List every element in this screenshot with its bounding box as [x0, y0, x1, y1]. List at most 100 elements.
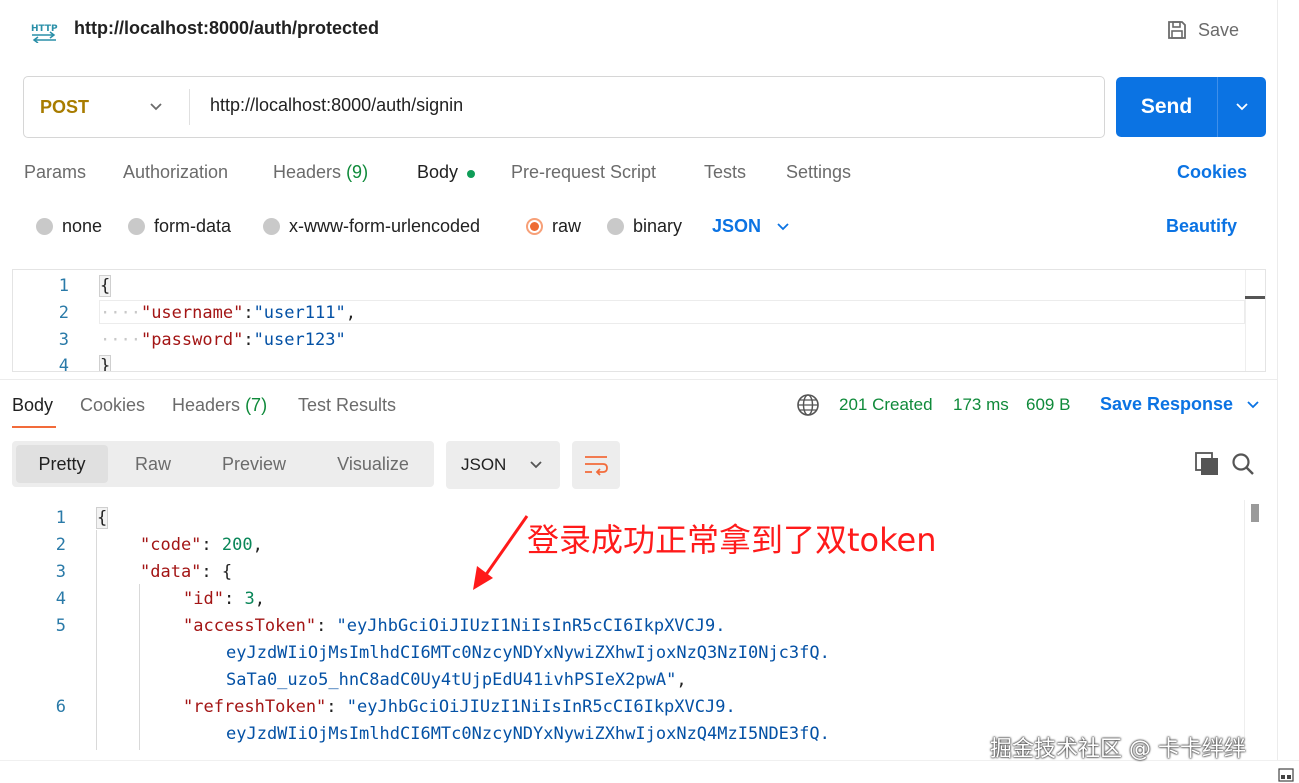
status-bar [0, 760, 1299, 783]
code-line: "refreshToken": "eyJhbGciOiJIUzI1NiIsInR… [183, 697, 736, 717]
response-size[interactable]: 609 B [1026, 395, 1070, 415]
json-string-continued: eyJzdWIiOjMsImlhdCI6MTc0NzcyNDYxNywiZXhw… [226, 643, 830, 663]
radio-form-data[interactable]: form-data [128, 216, 231, 237]
save-icon [1168, 21, 1186, 39]
cookies-link[interactable]: Cookies [1177, 162, 1247, 183]
send-label[interactable]: Send [1116, 77, 1217, 137]
save-button[interactable]: Save [1166, 16, 1239, 44]
radio-urlencoded[interactable]: x-www-form-urlencoded [263, 216, 480, 237]
line-number: 1 [55, 508, 66, 528]
tab-params[interactable]: Params [24, 162, 86, 183]
tab-body[interactable]: Body [417, 162, 458, 183]
send-button[interactable]: Send [1116, 77, 1266, 137]
indent-guide [96, 530, 97, 750]
tab-authorization[interactable]: Authorization [123, 162, 228, 183]
annotation-text: 登录成功正常拿到了双token [527, 521, 937, 559]
json-string: "eyJhbGciOiJIUzI1NiIsInR5cCI6IkpXVCJ9. [336, 616, 726, 636]
method-select[interactable]: POST [24, 77, 190, 137]
line-number: 1 [58, 276, 69, 296]
chevron-down-icon [1247, 400, 1259, 408]
chevron-down-icon [530, 461, 542, 469]
line-number: 2 [55, 535, 66, 555]
radio-label: none [62, 216, 103, 236]
json-key: "code" [140, 535, 202, 555]
code-open-brace: { [98, 275, 112, 297]
code-line: "accessToken": "eyJhbGciOiJIUzI1NiIsInR5… [183, 616, 726, 636]
method-label: POST [40, 96, 90, 117]
tab-tests[interactable]: Tests [704, 162, 746, 183]
copy-icon[interactable] [1194, 451, 1220, 477]
line-number: 6 [55, 697, 66, 717]
scrollbar[interactable] [1245, 270, 1265, 371]
body-language-select[interactable]: JSON [712, 216, 791, 237]
send-options-button[interactable] [1218, 77, 1266, 137]
line-number: 3 [55, 562, 66, 582]
response-tab-body[interactable]: Body [12, 395, 53, 416]
divider [189, 89, 190, 125]
radio-none[interactable]: none [36, 216, 102, 237]
chevron-down-icon [150, 103, 162, 111]
code-line: "code": 200, [140, 535, 263, 555]
wrap-lines-icon [585, 456, 608, 476]
wrap-lines-button[interactable] [572, 441, 620, 489]
code-open-brace: { [95, 507, 109, 529]
scrollbar[interactable] [1244, 500, 1265, 750]
tab-prerequest-script[interactable]: Pre-request Script [511, 162, 656, 183]
radio-binary[interactable]: binary [607, 216, 682, 237]
json-key: "accessToken" [183, 616, 317, 636]
line-number: 4 [55, 589, 66, 609]
radio-dot-selected [526, 218, 543, 235]
indent-guide [139, 584, 140, 750]
save-response-button[interactable]: Save Response [1100, 394, 1261, 415]
json-string: "eyJhbGciOiJIUzI1NiIsInR5cCI6IkpXVCJ9. [346, 697, 736, 717]
beautify-button[interactable]: Beautify [1166, 216, 1237, 237]
request-title[interactable]: http://localhost:8000/auth/protected [74, 18, 379, 39]
line-number: 2 [58, 303, 69, 323]
request-body-editor[interactable]: 1 2 3 4 { ····"username":"user111", ····… [12, 269, 1266, 372]
response-tab-cookies[interactable]: Cookies [80, 395, 145, 416]
response-tab-test-results[interactable]: Test Results [298, 395, 396, 416]
radio-label: raw [552, 216, 582, 236]
body-modified-indicator [467, 170, 475, 178]
tab-settings[interactable]: Settings [786, 162, 851, 183]
json-brace: { [221, 562, 233, 582]
json-key: "refreshToken" [183, 697, 327, 717]
globe-icon[interactable] [796, 393, 820, 417]
radio-raw[interactable]: raw [526, 216, 581, 237]
http-icon-label: HTTP [31, 24, 58, 34]
radio-dot [263, 218, 280, 235]
json-number: 3 [244, 589, 255, 609]
response-format-select[interactable]: JSON [446, 441, 560, 489]
response-time[interactable]: 173 ms [953, 395, 1009, 415]
line-number: 5 [55, 616, 66, 636]
scrollbar-thumb[interactable] [1245, 296, 1265, 299]
panel-border [1277, 0, 1278, 783]
line-number: 4 [58, 356, 69, 372]
code-line: "id": 3, [183, 589, 265, 609]
code-line: "data": { [140, 562, 233, 582]
view-mode-group: Pretty Raw Preview Visualize [12, 441, 434, 487]
pane-divider[interactable] [0, 379, 1277, 380]
view-preview-button[interactable]: Preview [192, 441, 316, 487]
json-key: "username" [140, 303, 244, 323]
layout-toggle-icon[interactable] [1278, 768, 1294, 782]
json-key: "password" [140, 330, 244, 350]
chevron-down-icon [1236, 103, 1248, 111]
json-string: "user111" [253, 303, 346, 323]
url-input[interactable]: http://localhost:8000/auth/signin [210, 95, 463, 116]
radio-dot [607, 218, 624, 235]
save-label: Save [1198, 19, 1240, 40]
response-tab-headers[interactable]: Headers (7) [172, 395, 267, 416]
view-visualize-button[interactable]: Visualize [322, 441, 424, 487]
json-number: 200 [221, 535, 253, 555]
radio-dot [128, 218, 145, 235]
headers-count: (9) [346, 162, 369, 182]
tab-headers-label: Headers [273, 162, 342, 182]
search-icon[interactable] [1230, 451, 1256, 477]
tab-headers[interactable]: Headers (9) [273, 162, 368, 183]
view-pretty-button[interactable]: Pretty [16, 445, 108, 483]
response-status[interactable]: 201 Created [839, 395, 933, 415]
json-string: "user123" [253, 330, 346, 350]
view-raw-button[interactable]: Raw [120, 441, 186, 487]
scrollbar-thumb[interactable] [1251, 504, 1259, 522]
